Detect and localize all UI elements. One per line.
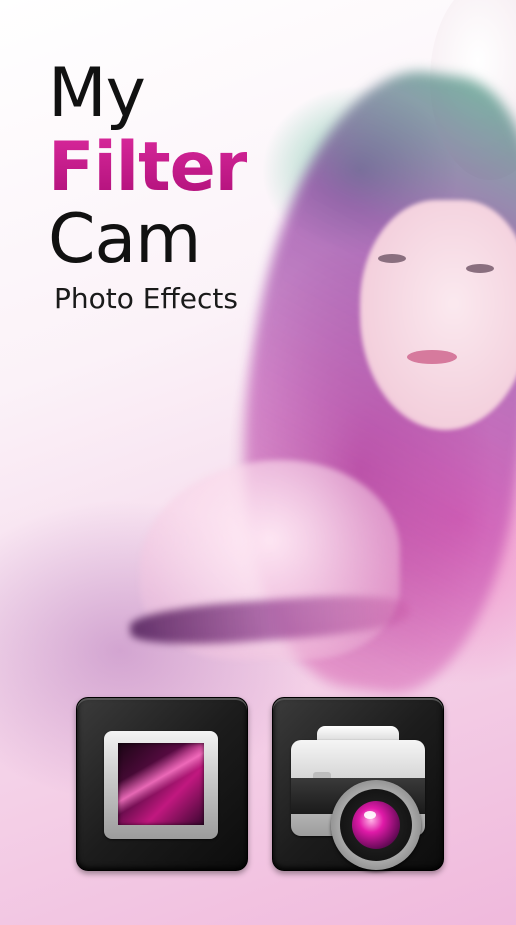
app-subtitle: Photo Effects (54, 282, 238, 315)
title-line-my: My (48, 54, 146, 133)
picture-frame-icon (104, 731, 218, 839)
title-line-filter: Filter (48, 128, 248, 207)
camera-button[interactable] (272, 697, 444, 871)
splash-screen: My Filter Cam Photo Effects (0, 0, 516, 925)
gallery-button[interactable] (76, 697, 248, 871)
title-line-cam: Cam (48, 200, 201, 279)
app-title: My Filter Cam Photo Effects (48, 54, 248, 316)
camera-lens (331, 780, 421, 870)
camera-icon (291, 740, 425, 870)
